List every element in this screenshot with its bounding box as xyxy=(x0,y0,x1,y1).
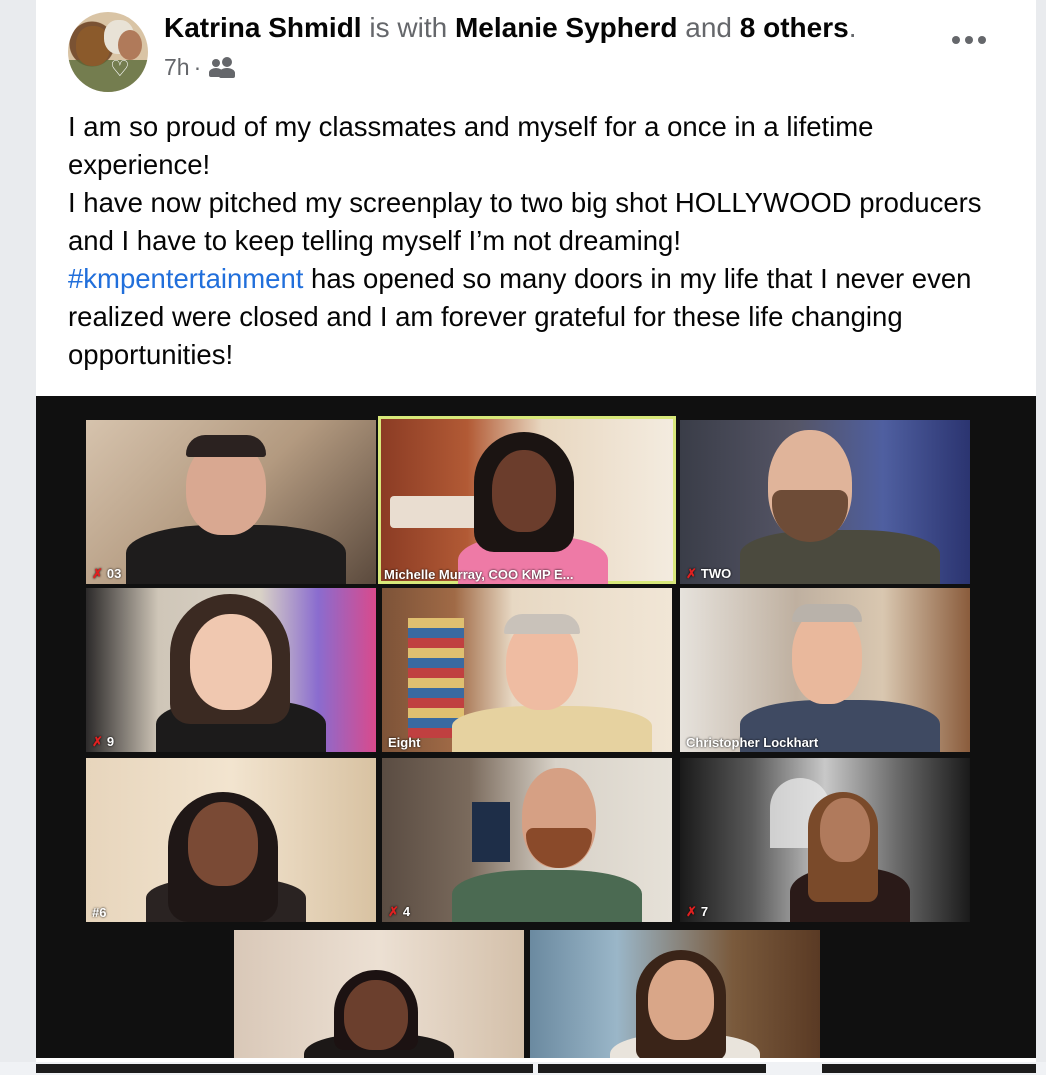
video-tile-two: ✗ TWO xyxy=(680,420,970,584)
video-tile-label: TWO xyxy=(700,566,732,581)
heart-icon: ♡ xyxy=(110,56,130,81)
video-tile-label: Christopher Lockhart xyxy=(686,735,819,750)
video-tile-label: #6 xyxy=(92,905,107,920)
bottom-photo-strip xyxy=(0,1062,1046,1075)
video-tile-eight: Eight xyxy=(382,588,672,752)
video-tile-christopher-lockhart: Christopher Lockhart xyxy=(680,588,970,752)
others-link[interactable]: 8 others xyxy=(740,12,849,43)
post-photo-video-grid[interactable]: ✗ 03 Michelle Murray, COO KMP E... ✗ TWO ✗… xyxy=(36,396,1036,1058)
hashtag-link[interactable]: #kmpentertainment xyxy=(68,263,303,294)
video-tile-label: Eight xyxy=(388,735,421,750)
friends-icon[interactable] xyxy=(209,56,236,79)
video-tile-label: 9 xyxy=(106,734,115,749)
post-meta: 7h · xyxy=(164,54,236,81)
author-name-link[interactable]: Katrina Shmidl xyxy=(164,12,362,43)
post-header: Katrina Shmidl is with Melanie Sypherd a… xyxy=(164,12,856,44)
and-text: and xyxy=(677,12,740,43)
timestamp-link[interactable]: 7h xyxy=(164,54,190,81)
muted-mic-icon: ✗ xyxy=(92,734,103,749)
video-tile-4: ✗ 4 xyxy=(382,758,672,922)
author-avatar[interactable]: ♡ xyxy=(68,12,148,92)
video-tile-label: 7 xyxy=(700,904,709,919)
muted-mic-icon: ✗ xyxy=(686,904,697,919)
post-line-1: I am so proud of my classmates and mysel… xyxy=(68,111,874,180)
video-tile-9: ✗ 9 xyxy=(86,588,376,752)
video-tile-michelle-murray: Michelle Murray, COO KMP E... xyxy=(378,416,676,584)
video-tile-label: 4 xyxy=(402,904,411,919)
video-tile-label: 03 xyxy=(106,566,122,581)
muted-mic-icon: ✗ xyxy=(388,904,399,919)
with-text: is with xyxy=(361,12,455,43)
tagged-user-link[interactable]: Melanie Sypherd xyxy=(455,12,678,43)
post-line-2: I have now pitched my screenplay to two … xyxy=(68,187,982,256)
meta-separator: · xyxy=(193,54,202,80)
post-line-3: #kmpentertainment has opened so many doo… xyxy=(68,260,1018,374)
post-card: ♡ Katrina Shmidl is with Melanie Sypherd… xyxy=(36,0,1036,1075)
post-text: I am so proud of my classmates and mysel… xyxy=(68,108,1018,374)
period-text: . xyxy=(848,12,857,43)
muted-mic-icon: ✗ xyxy=(92,566,103,581)
video-tile-label: Michelle Murray, COO KMP E... xyxy=(384,567,574,582)
video-tile-03: ✗ 03 xyxy=(86,420,376,584)
video-tile-11 xyxy=(530,930,820,1058)
muted-mic-icon: ✗ xyxy=(686,566,697,581)
more-options-icon[interactable] xyxy=(952,36,986,44)
video-tile-7: ✗ 7 xyxy=(680,758,970,922)
video-tile-10 xyxy=(234,930,524,1058)
video-tile-6: #6 xyxy=(86,758,376,922)
